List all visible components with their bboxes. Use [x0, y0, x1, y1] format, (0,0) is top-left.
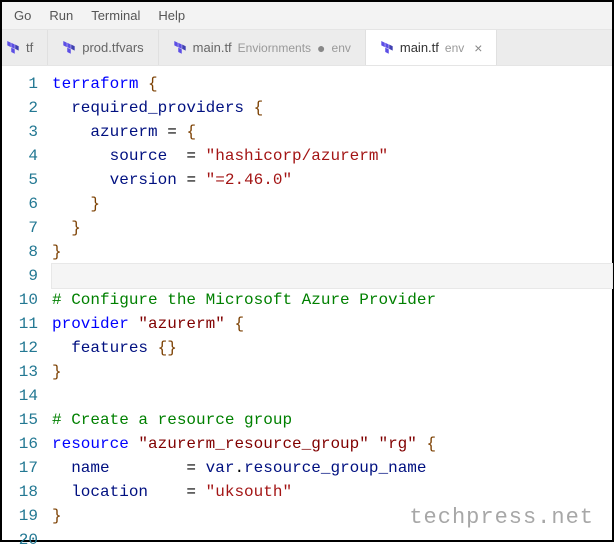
code-line[interactable]: required_providers { [52, 96, 612, 120]
line-number: 10 [2, 288, 38, 312]
code-line[interactable]: azurerm = { [52, 120, 612, 144]
code-line[interactable]: } [52, 504, 612, 528]
line-number: 4 [2, 144, 38, 168]
line-number-gutter: 1234567891011121314151617181920 [2, 72, 52, 552]
code-area[interactable]: terraform { required_providers { azurerm… [52, 72, 612, 552]
editor: 1234567891011121314151617181920 terrafor… [2, 66, 612, 552]
code-line[interactable]: source = "hashicorp/azurerm" [52, 144, 612, 168]
code-line[interactable]: # Configure the Microsoft Azure Provider [52, 288, 612, 312]
code-line[interactable]: resource "azurerm_resource_group" "rg" { [52, 432, 612, 456]
line-number: 15 [2, 408, 38, 432]
line-number: 14 [2, 384, 38, 408]
menubar: Go Run Terminal Help [2, 2, 612, 30]
line-number: 18 [2, 480, 38, 504]
terraform-icon [6, 41, 20, 55]
tab-extra: env [332, 41, 351, 55]
line-number: 8 [2, 240, 38, 264]
code-line[interactable]: version = "=2.46.0" [52, 168, 612, 192]
line-number: 12 [2, 336, 38, 360]
line-number: 6 [2, 192, 38, 216]
line-number: 5 [2, 168, 38, 192]
dirty-indicator-icon: ● [317, 40, 325, 56]
line-number: 2 [2, 96, 38, 120]
code-line[interactable] [52, 264, 612, 288]
code-line[interactable]: } [52, 216, 612, 240]
tab-label: tf [26, 40, 33, 55]
close-icon[interactable]: × [474, 40, 482, 56]
line-number: 9 [2, 264, 38, 288]
menu-help[interactable]: Help [158, 8, 185, 23]
line-number: 19 [2, 504, 38, 528]
menu-run[interactable]: Run [49, 8, 73, 23]
line-number: 16 [2, 432, 38, 456]
tab-0[interactable]: tf [2, 30, 48, 65]
menu-go[interactable]: Go [14, 8, 31, 23]
line-number: 17 [2, 456, 38, 480]
line-number: 3 [2, 120, 38, 144]
tab-subtitle: env [445, 41, 464, 55]
menu-terminal[interactable]: Terminal [91, 8, 140, 23]
code-line[interactable]: terraform { [52, 72, 612, 96]
terraform-icon [62, 41, 76, 55]
tab-subtitle: Enviornments [238, 41, 311, 55]
terraform-icon [173, 41, 187, 55]
tab-label: prod.tfvars [82, 40, 143, 55]
code-line[interactable]: } [52, 192, 612, 216]
line-number: 7 [2, 216, 38, 240]
terraform-icon [380, 41, 394, 55]
code-line[interactable]: } [52, 360, 612, 384]
code-line[interactable]: location = "uksouth" [52, 480, 612, 504]
line-number: 1 [2, 72, 38, 96]
code-line[interactable] [52, 528, 612, 552]
code-line[interactable]: provider "azurerm" { [52, 312, 612, 336]
tab-3[interactable]: main.tf env × [366, 30, 498, 65]
line-number: 11 [2, 312, 38, 336]
tab-2[interactable]: main.tf Enviornments ● env [159, 30, 366, 65]
line-number: 13 [2, 360, 38, 384]
line-number: 20 [2, 528, 38, 552]
code-line[interactable] [52, 384, 612, 408]
code-line[interactable]: # Create a resource group [52, 408, 612, 432]
tab-label: main.tf [193, 40, 232, 55]
code-line[interactable]: } [52, 240, 612, 264]
code-line[interactable]: features {} [52, 336, 612, 360]
tab-label: main.tf [400, 40, 439, 55]
tab-bar: tfprod.tfvarsmain.tfEnviornments●envmain… [2, 30, 612, 66]
code-line[interactable]: name = var.resource_group_name [52, 456, 612, 480]
tab-1[interactable]: prod.tfvars [48, 30, 158, 65]
